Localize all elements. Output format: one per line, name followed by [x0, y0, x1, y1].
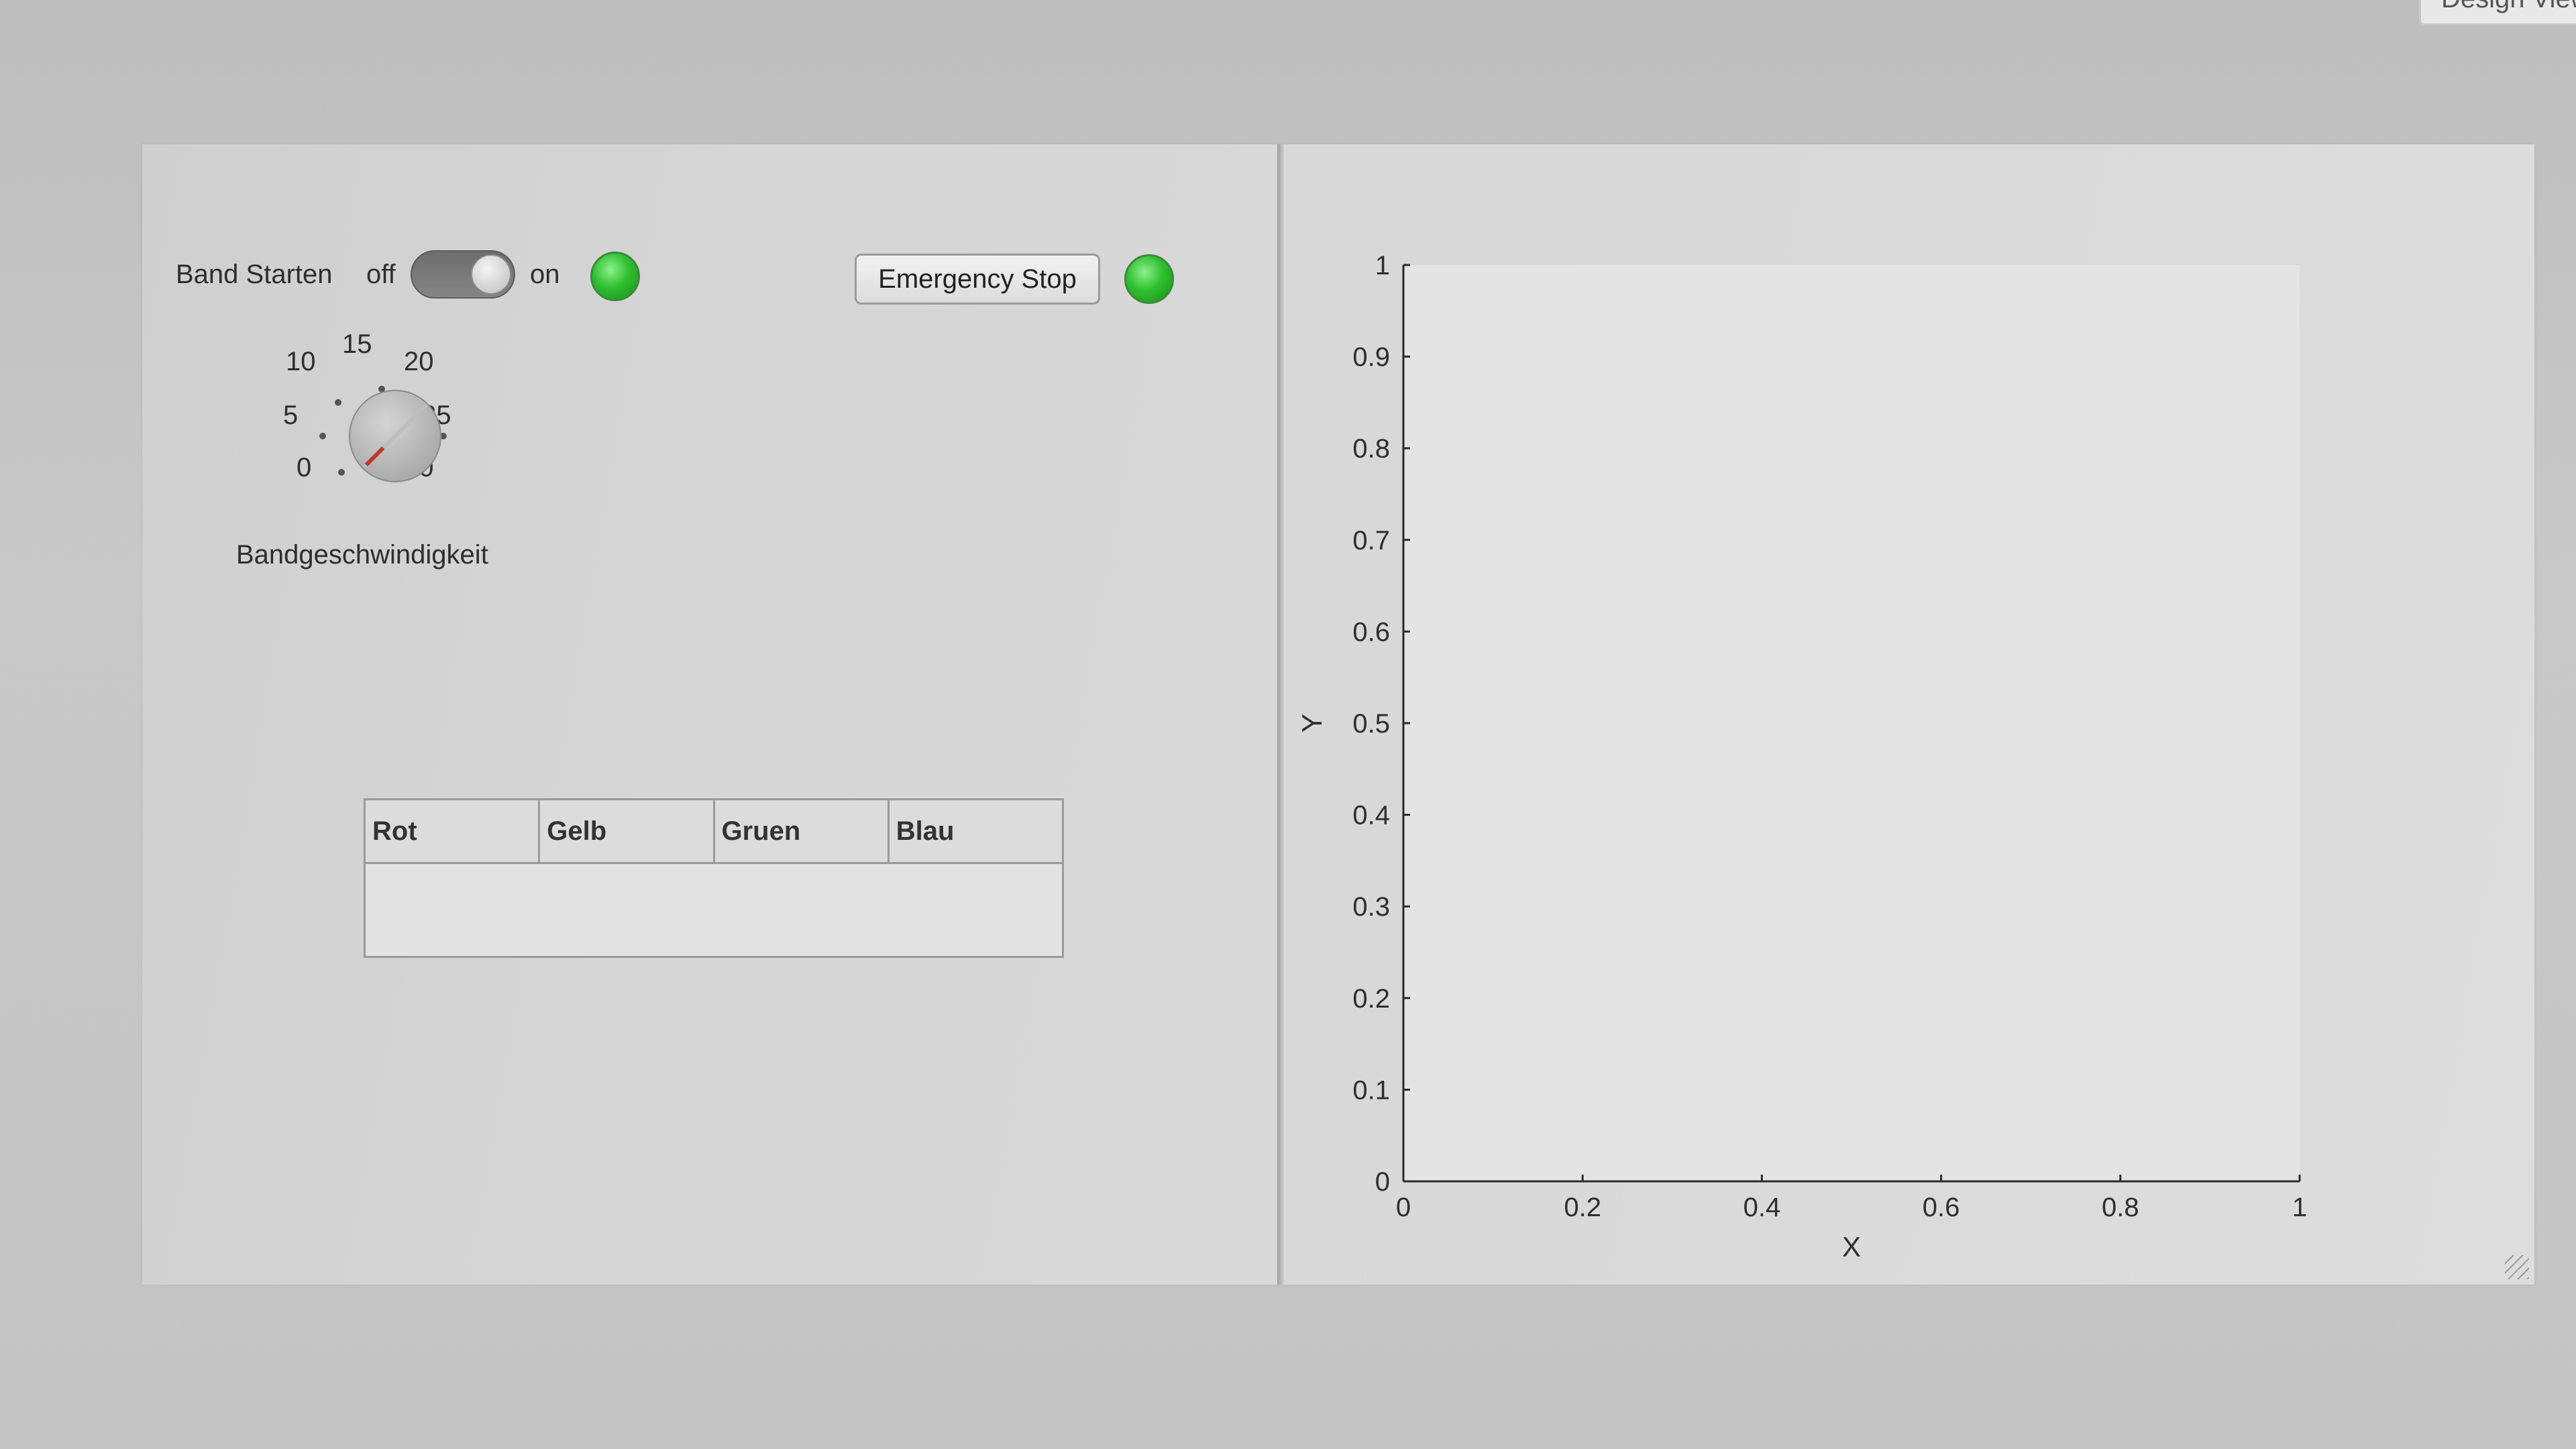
y-axis-label: Y	[1296, 714, 1328, 733]
y-tick-label: 0.4	[1352, 801, 1390, 830]
app-window: Band Starten off on Emergency Stop 0 5 1…	[142, 144, 2534, 1285]
control-panel: Band Starten off on Emergency Stop 0 5 1…	[142, 144, 1277, 1285]
y-tick-label: 0.8	[1352, 434, 1390, 464]
emergency-stop-button[interactable]: Emergency Stop	[855, 254, 1100, 305]
column-header-blau[interactable]: Blau	[890, 800, 1062, 862]
knob-pointer	[362, 403, 428, 469]
color-count-table[interactable]: Rot Gelb Gruen Blau	[364, 798, 1064, 958]
plot-panel: 0 0.2 0.4 0.6 0.8 1 0 0.1 0.2 0.3 0.4 0.5 0.6 0.7 0.8 0…	[1284, 144, 2534, 1285]
table-header-row: Rot Gelb Gruen Blau	[366, 800, 1062, 864]
design-view-tab[interactable]: Design View	[2419, 0, 2576, 25]
resize-grip[interactable]	[2505, 1255, 2529, 1279]
x-axis-label: X	[1842, 1231, 1861, 1263]
y-tick-label: 0.6	[1352, 617, 1390, 647]
emergency-status-lamp	[1124, 254, 1174, 304]
knob-tick-15: 15	[342, 329, 372, 359]
knob-dial[interactable]	[349, 390, 441, 482]
band-status-lamp	[590, 252, 640, 301]
band-starten-label: Band Starten	[176, 260, 333, 289]
y-tick-label: 0.7	[1352, 526, 1390, 555]
knob-tick-10: 10	[286, 347, 316, 376]
y-tick-label: 1	[1375, 251, 1390, 280]
knob-tick-0: 0	[297, 453, 312, 482]
column-header-gruen[interactable]: Gruen	[715, 800, 890, 862]
y-tick-label: 0.3	[1352, 892, 1390, 922]
x-tick-label: 0.8	[2102, 1193, 2139, 1222]
x-tick-label: 1	[2292, 1193, 2307, 1222]
knob-dot-10	[335, 399, 341, 406]
knob-dot-0	[338, 469, 345, 476]
design-view-tab-label: Design View	[2441, 0, 2576, 14]
y-tick-label: 0.5	[1352, 709, 1390, 739]
switch-on-label: on	[530, 260, 560, 289]
plot-area	[1403, 265, 2300, 1181]
x-tick-label: 0.2	[1564, 1193, 1601, 1222]
y-tick-label: 0	[1375, 1167, 1390, 1197]
x-tick-label: 0.6	[1923, 1193, 1960, 1222]
knob-label: Bandgeschwindigkeit	[236, 540, 488, 570]
band-start-switch[interactable]	[411, 250, 515, 299]
y-tick-label: 0.9	[1352, 343, 1390, 372]
column-header-rot[interactable]: Rot	[366, 800, 541, 862]
knob-tick-5: 5	[283, 400, 299, 430]
column-header-gelb[interactable]: Gelb	[540, 800, 715, 862]
y-tick-label: 0.1	[1352, 1075, 1390, 1105]
speed-knob[interactable]: 0 5 10 15 20 25 30	[263, 329, 504, 513]
y-tick-label: 0.2	[1352, 984, 1390, 1014]
panel-divider[interactable]	[1277, 144, 1284, 1285]
xy-plot: 0 0.2 0.4 0.6 0.8 1 0 0.1 0.2 0.3 0.4 0.5 0.6 0.7 0.8 0…	[1296, 251, 2307, 1263]
switch-knob[interactable]	[471, 254, 511, 294]
switch-off-label: off	[366, 260, 396, 289]
x-tick-label: 0.4	[1743, 1193, 1781, 1222]
knob-dot-5	[319, 433, 326, 439]
knob-tick-20: 20	[404, 347, 434, 376]
x-tick-label: 0	[1396, 1193, 1411, 1222]
